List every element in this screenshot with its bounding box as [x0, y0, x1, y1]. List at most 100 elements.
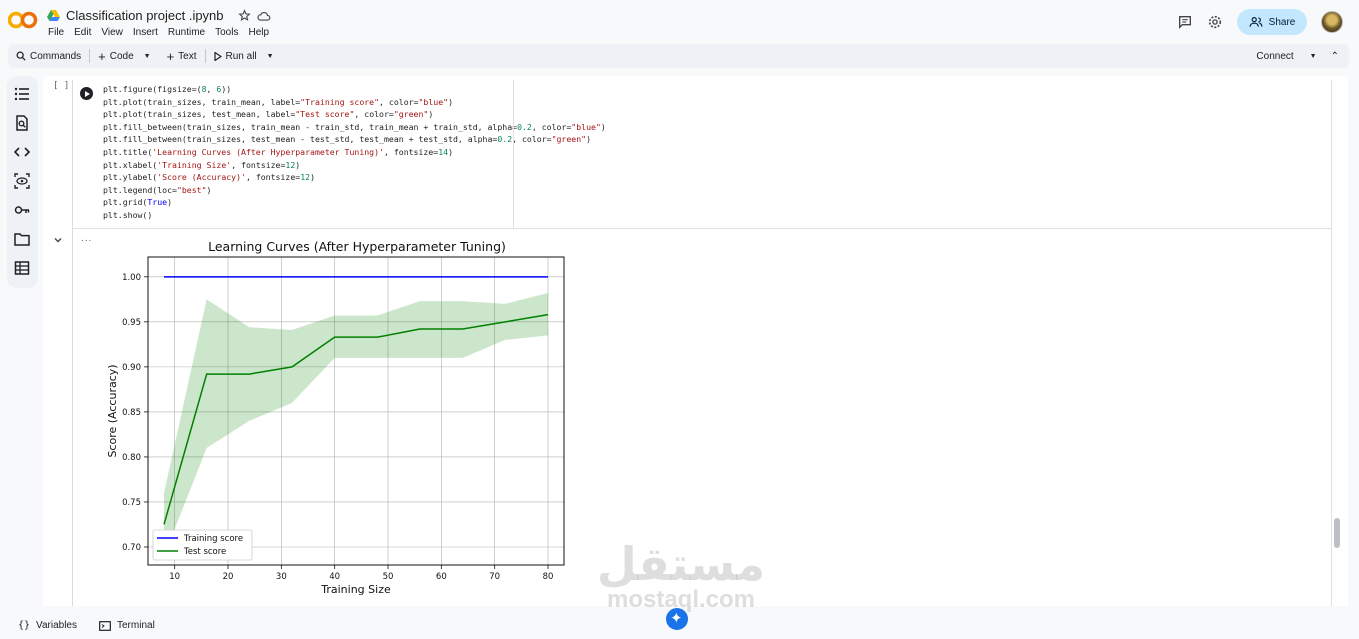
chart-legend: Training score Test score — [152, 529, 253, 561]
commands-button[interactable]: Commands — [8, 44, 89, 68]
x-tick-label: 10 — [169, 572, 180, 582]
code-line[interactable]: plt.plot(train_sizes, train_mean, label=… — [103, 96, 513, 109]
notebook-title[interactable]: Classification project .ipynb — [66, 8, 224, 23]
search-icon — [16, 51, 26, 61]
code-label: Code — [109, 50, 134, 62]
add-text-button[interactable]: + Text — [159, 44, 205, 68]
table-of-contents-icon[interactable] — [14, 86, 30, 102]
watermark-arabic: مستقل — [596, 537, 766, 591]
menu-file[interactable]: File — [48, 27, 64, 38]
colab-logo-icon[interactable] — [8, 9, 38, 31]
connect-button[interactable]: Connect — [1256, 51, 1293, 62]
chevron-down-icon[interactable]: ▼ — [267, 53, 274, 60]
x-tick-label: 70 — [489, 572, 500, 582]
chart-y-axis-label: Score (Accuracy) — [106, 364, 119, 457]
text-label: Text — [178, 50, 197, 62]
code-line[interactable]: plt.fill_between(train_sizes, test_mean … — [103, 133, 591, 146]
y-tick-label: 1.00 — [122, 273, 141, 283]
find-replace-icon[interactable] — [14, 115, 30, 131]
menu-edit[interactable]: Edit — [74, 27, 91, 38]
x-tick-label: 40 — [329, 572, 340, 582]
code-line[interactable]: plt.grid(True) — [103, 196, 513, 209]
code-line[interactable]: plt.plot(train_sizes, test_mean, label="… — [103, 108, 513, 121]
run-all-button[interactable]: Run all ▼ — [206, 44, 282, 68]
menu-help[interactable]: Help — [248, 27, 269, 38]
code-snippets-icon[interactable] — [14, 144, 30, 160]
comment-icon[interactable] — [1177, 14, 1193, 30]
editor-ruler — [513, 80, 514, 228]
people-icon — [1249, 17, 1263, 27]
variables-button[interactable]: {} Variables — [18, 620, 77, 631]
play-icon — [213, 51, 222, 61]
braces-icon: {} — [18, 620, 31, 631]
cell-border — [1331, 80, 1332, 606]
cell-border — [72, 80, 73, 606]
y-tick-label: 0.85 — [122, 408, 141, 418]
settings-gear-icon[interactable] — [1207, 14, 1223, 30]
commands-label: Commands — [30, 50, 82, 62]
watermark: مستقل mostaql.com — [596, 540, 766, 612]
code-line[interactable]: plt.figure(figsize=(8, 6)) — [103, 83, 513, 96]
notebook-toolbar: Commands + Code ▼ + Text Run all ▼ Conne… — [8, 44, 1349, 68]
menu-view[interactable]: View — [101, 27, 123, 38]
confidence-band-test — [164, 293, 548, 556]
run-all-label: Run all — [225, 50, 257, 62]
variable-inspector-icon[interactable] — [14, 173, 30, 189]
cloud-icon[interactable] — [257, 10, 271, 22]
chevron-up-icon[interactable]: ⌃ — [1331, 51, 1339, 62]
y-tick-label: 0.90 — [122, 363, 141, 373]
code-line[interactable]: plt.show() — [103, 209, 513, 222]
terminal-label: Terminal — [117, 620, 155, 631]
code-line[interactable]: plt.fill_between(train_sizes, train_mean… — [103, 121, 606, 134]
chevron-down-icon[interactable]: ▼ — [1310, 53, 1317, 60]
x-tick-label: 50 — [383, 572, 394, 582]
top-bar: Classification project .ipynb File Edit … — [0, 0, 1359, 44]
google-drive-icon[interactable] — [47, 10, 60, 21]
left-sidebar — [7, 76, 38, 288]
variables-label: Variables — [36, 620, 77, 631]
code-line[interactable]: plt.ylabel('Score (Accuracy)', fontsize=… — [103, 171, 513, 184]
terminal-icon — [99, 620, 111, 631]
add-code-button[interactable]: + Code ▼ — [90, 44, 158, 68]
menu-tools[interactable]: Tools — [215, 27, 238, 38]
star-icon[interactable] — [237, 9, 251, 22]
chart-x-axis-label: Training Size — [320, 583, 391, 596]
cell-execution-count: [ ] — [53, 81, 70, 91]
x-tick-label: 20 — [223, 572, 234, 582]
cell-output-divider — [72, 228, 1332, 229]
gemini-assistant-button[interactable] — [666, 608, 688, 630]
x-tick-label: 30 — [276, 572, 287, 582]
code-line[interactable]: plt.legend(loc="best") — [103, 184, 513, 197]
y-tick-label: 0.70 — [122, 543, 141, 553]
code-editor[interactable]: plt.figure(figsize=(8, 6)) plt.plot(train… — [103, 83, 606, 222]
code-line[interactable]: plt.xlabel('Training Size', fontsize=12) — [103, 159, 513, 172]
x-tick-label: 80 — [543, 572, 554, 582]
menu-bar: File Edit View Insert Runtime Tools Help — [48, 27, 269, 38]
terminal-button[interactable]: Terminal — [99, 620, 155, 631]
y-tick-label: 0.80 — [122, 453, 141, 463]
code-line[interactable]: plt.title('Learning Curves (After Hyperp… — [103, 146, 513, 159]
plus-icon: + — [166, 48, 175, 64]
user-avatar[interactable] — [1321, 11, 1343, 33]
y-tick-label: 0.95 — [122, 318, 141, 328]
secrets-key-icon[interactable] — [14, 202, 30, 218]
chart-title: Learning Curves (After Hyperparameter Tu… — [208, 239, 506, 254]
files-folder-icon[interactable] — [14, 231, 30, 247]
collapse-output-chevron-icon[interactable] — [53, 235, 63, 245]
run-cell-button[interactable] — [80, 87, 93, 100]
menu-runtime[interactable]: Runtime — [168, 27, 205, 38]
vertical-scrollbar[interactable] — [1334, 518, 1340, 548]
share-label: Share — [1268, 16, 1296, 28]
share-button[interactable]: Share — [1237, 9, 1307, 35]
output-actions-menu[interactable]: ... — [81, 233, 92, 244]
data-table-icon[interactable] — [14, 260, 30, 276]
chart-confidence-bands — [164, 293, 548, 556]
menu-insert[interactable]: Insert — [133, 27, 158, 38]
learning-curve-chart: Learning Curves (After Hyperparameter Tu… — [106, 239, 565, 596]
chevron-down-icon[interactable]: ▼ — [144, 53, 151, 60]
legend-label-test: Test score — [183, 547, 226, 557]
y-tick-label: 0.75 — [122, 498, 141, 508]
legend-label-training: Training score — [183, 534, 243, 544]
plus-icon: + — [98, 48, 106, 64]
x-tick-label: 60 — [436, 572, 447, 582]
